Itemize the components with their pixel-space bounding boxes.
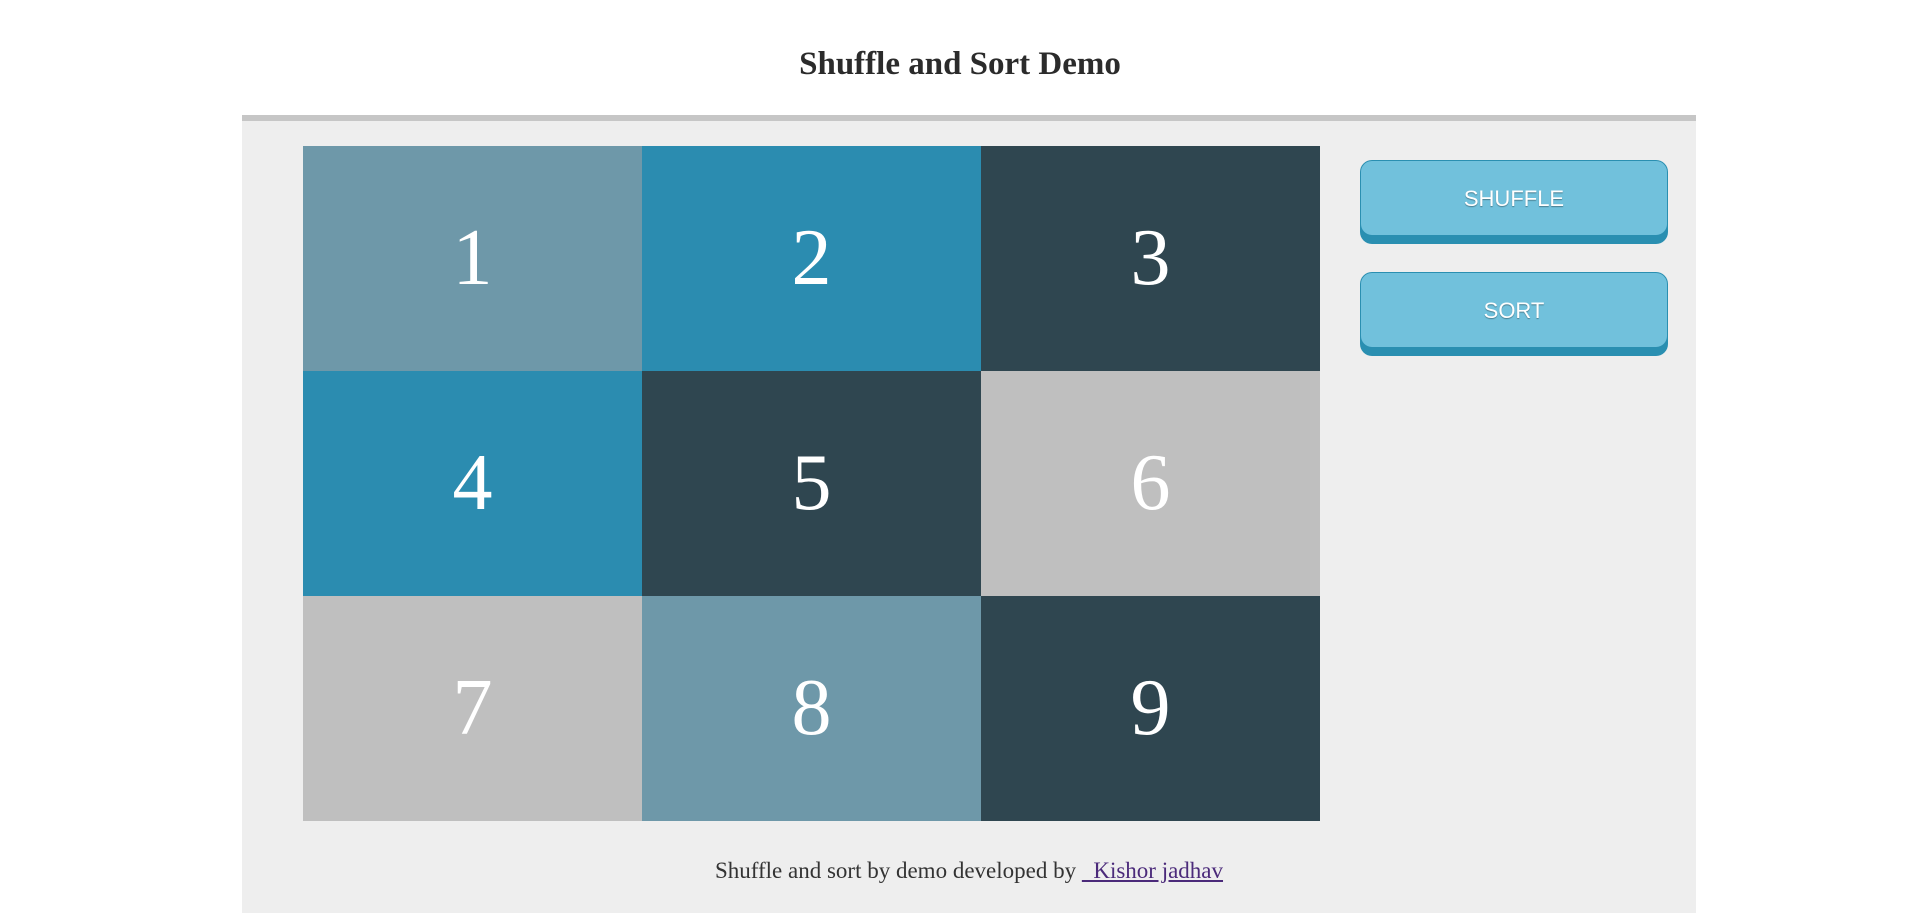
- tile-8: 8: [642, 596, 981, 821]
- tile-7: 7: [303, 596, 642, 821]
- tile-3: 3: [981, 146, 1320, 371]
- tile-9: 9: [981, 596, 1320, 821]
- author-link[interactable]: Kishor jadhav: [1082, 858, 1223, 883]
- footer: Shuffle and sort by demo developed by Ki…: [242, 858, 1696, 884]
- controls: SHUFFLE SORT: [1360, 160, 1668, 384]
- tile-6: 6: [981, 371, 1320, 596]
- tile-2: 2: [642, 146, 981, 371]
- page-title: Shuffle and Sort Demo: [799, 46, 1121, 82]
- sort-button[interactable]: SORT: [1360, 272, 1668, 348]
- shuffle-button[interactable]: SHUFFLE: [1360, 160, 1668, 236]
- tile-4: 4: [303, 371, 642, 596]
- demo-panel: 1 2 3 4 5 6 7 8 9 SHUFFLE SORT Shuffle a…: [242, 115, 1696, 913]
- footer-text: Shuffle and sort by demo developed by: [714, 858, 1082, 883]
- tile-grid: 1 2 3 4 5 6 7 8 9: [303, 146, 1320, 821]
- tile-5: 5: [642, 371, 981, 596]
- tile-1: 1: [303, 146, 642, 371]
